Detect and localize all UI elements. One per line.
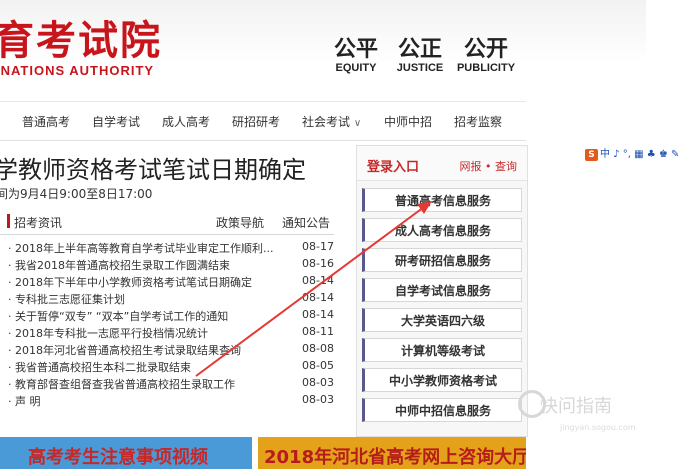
news-title: · 我省普通高校招生本科二批录取结束 [8, 361, 191, 374]
news-title: · 2018年下半年中小学教师资格考试笔试日期确定 [8, 276, 252, 289]
news-item[interactable]: · 我省普通高校招生本科二批录取结束 08-05 [8, 359, 334, 376]
motto-equity: 公平 EQUITY [324, 36, 388, 74]
service-yankao-yanzhao[interactable]: 研考研招信息服务 [362, 248, 522, 272]
motto-cn: 公平 [333, 36, 378, 62]
tab-zhaokao-zixun[interactable]: 招考资讯 [14, 214, 62, 231]
nav-item-yanzhao-yankao[interactable]: 研招研考 [232, 113, 280, 130]
tab-zhengce-daohang[interactable]: 政策导航 [216, 214, 264, 231]
banner-online-consult[interactable]: 2018年河北省高考网上咨询大厅 [258, 437, 526, 469]
site-logo-cn[interactable]: 育考试院 [0, 8, 162, 66]
news-title: · 声 明 [8, 395, 41, 408]
news-title: · 2018年上半年高等教育自学考试毕业审定工作顺利... [8, 242, 274, 255]
news-item[interactable]: · 专科批三志愿征集计划 08-14 [8, 291, 334, 308]
news-item[interactable]: · 2018年上半年高等教育自学考试毕业审定工作顺利... 08-17 [8, 240, 334, 257]
news-date: 08-11 [302, 325, 334, 338]
nav-item-putong-gaokao[interactable]: 普通高考 [22, 113, 70, 130]
news-date: 08-05 [302, 359, 334, 372]
nav-item-zixue-kaoshi[interactable]: 自学考试 [92, 113, 140, 130]
news-date: 08-03 [302, 393, 334, 406]
main-nav: 普通高考 自学考试 成人高考 研招研考 社会考试 ∨ 中师中招 招考监察 [0, 101, 526, 141]
news-item[interactable]: · 2018年专科批一志愿平行投档情况统计 08-11 [8, 325, 334, 342]
watermark-text: 快问指南 [540, 396, 612, 417]
sogou-toolbar-icons: 中 ♪ °, ▦ ♣ ♚ ✎ [600, 149, 680, 160]
motto-cn: 公开 [463, 36, 508, 62]
news-date: 08-16 [302, 257, 334, 270]
news-list: · 2018年上半年高等教育自学考试毕业审定工作顺利... 08-17 · 我省2… [8, 240, 334, 410]
nav-item-zhongshi-zhongzhao[interactable]: 中师中招 [384, 113, 432, 130]
site-logo-en: INATIONS AUTHORITY [0, 63, 155, 78]
news-title: · 教育部督查组督查我省普通高校招生录取工作 [8, 378, 235, 391]
nav-item-zhaokao-jiancha[interactable]: 招考监察 [454, 113, 502, 130]
motto-en: EQUITY [335, 62, 377, 74]
news-tabs: 招考资讯 政策导航 通知公告 [0, 210, 334, 235]
login-title: 登录入口 [367, 160, 420, 175]
service-ncre[interactable]: 计算机等级考试 [362, 338, 522, 362]
news-date: 08-17 [302, 240, 334, 253]
news-item[interactable]: · 关于暂停“双专” “双本”自学考试工作的通知 08-14 [8, 308, 334, 325]
banner-gaokao-video[interactable]: 高考考生注意事项视频 [0, 437, 252, 469]
news-date: 08-14 [302, 274, 334, 287]
nav-item-shehui-kaoshi[interactable]: 社会考试 ∨ [302, 113, 361, 130]
banner-text: 高考考生注意事项视频 [28, 447, 208, 468]
motto-en: PUBLICITY [456, 62, 516, 74]
news-date: 08-08 [302, 342, 334, 355]
service-teacher-cert[interactable]: 中小学教师资格考试 [362, 368, 522, 392]
service-sidebar: 登录入口 网报 • 查询 普通高考信息服务 成人高考信息服务 研考研招信息服务 … [356, 145, 528, 437]
tab-tongzhi-gonggao[interactable]: 通知公告 [282, 214, 330, 231]
news-item[interactable]: · 2018年河北省普通高校招生考试录取结果查询 08-08 [8, 342, 334, 359]
article-subline: 间为9月4日9:00至8日17:00 [0, 187, 153, 201]
watermark-url: jingyan.sogou.com [560, 423, 636, 432]
article-headline[interactable]: 学教师资格考试笔试日期确定 [0, 150, 306, 185]
motto-publicity: 公开 PUBLICITY [454, 36, 518, 74]
news-title: · 2018年专科批一志愿平行投档情况统计 [8, 327, 208, 340]
news-item[interactable]: · 教育部督查组督查我省普通高校招生录取工作 08-03 [8, 376, 334, 393]
login-query-link[interactable]: 网报 • 查询 [460, 158, 517, 174]
service-cet[interactable]: 大学英语四六级 [362, 308, 522, 332]
motto-en: JUSTICE [396, 62, 444, 74]
service-zhongshi-zhongzhao[interactable]: 中师中招信息服务 [362, 398, 522, 422]
news-item[interactable]: · 2018年下半年中小学教师资格考试笔试日期确定 08-14 [8, 274, 334, 291]
news-date: 08-14 [302, 308, 334, 321]
news-title: · 专科批三志愿征集计划 [8, 293, 125, 306]
news-date: 08-14 [302, 291, 334, 304]
service-zixue-kaoshi[interactable]: 自学考试信息服务 [362, 278, 522, 302]
sogou-toolbar[interactable]: S中 ♪ °, ▦ ♣ ♚ ✎ [585, 145, 679, 161]
service-chengren-gaokao[interactable]: 成人高考信息服务 [362, 218, 522, 242]
news-title: · 我省2018年普通高校招生录取工作圆满结束 [8, 259, 230, 272]
login-entry: 登录入口 网报 • 查询 [357, 146, 527, 181]
news-item[interactable]: · 声 明 08-03 [8, 393, 334, 410]
service-putong-gaokao[interactable]: 普通高考信息服务 [362, 188, 522, 212]
banner-text: 2018年河北省高考网上咨询大厅 [264, 447, 526, 468]
nav-item-label: 社会考试 [302, 115, 351, 129]
news-title: · 关于暂停“双专” “双本”自学考试工作的通知 [8, 310, 229, 323]
motto-justice: 公正 JUSTICE [388, 36, 452, 74]
nav-item-chengren-gaokao[interactable]: 成人高考 [162, 113, 210, 130]
news-date: 08-03 [302, 376, 334, 389]
motto-cn: 公正 [397, 36, 442, 62]
sogou-logo-icon: S [585, 149, 598, 161]
site-header: 育考试院 INATIONS AUTHORITY 公平 EQUITY 公正 JUS… [0, 0, 646, 90]
chevron-down-icon: ∨ [353, 118, 362, 129]
tab-accent-bar [7, 214, 10, 228]
news-item[interactable]: · 我省2018年普通高校招生录取工作圆满结束 08-16 [8, 257, 334, 274]
news-title: · 2018年河北省普通高校招生考试录取结果查询 [8, 344, 241, 357]
